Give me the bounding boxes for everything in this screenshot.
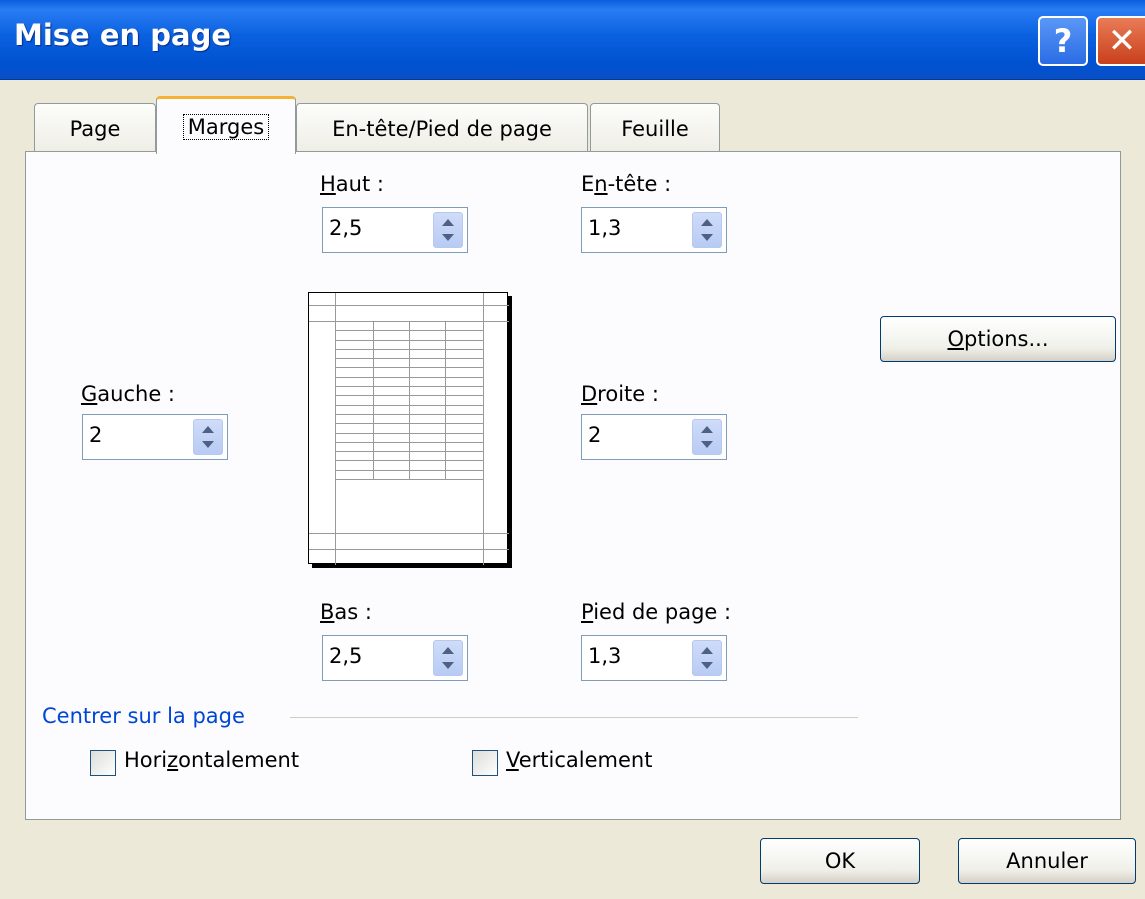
tab-entete-pied[interactable]: En-tête/Pied de page: [296, 103, 588, 153]
spin-up-icon[interactable]: [202, 426, 214, 433]
preview-grid-line: [335, 423, 483, 424]
close-button[interactable]: ✕: [1096, 16, 1145, 66]
spin-down-icon[interactable]: [442, 662, 454, 669]
right-margin-arrows[interactable]: [692, 419, 722, 455]
page-preview: [308, 292, 509, 565]
tab-feuille-label: Feuille: [621, 116, 689, 141]
vertical-checkbox[interactable]: [472, 750, 498, 776]
spin-up-icon[interactable]: [701, 647, 713, 654]
margins-panel: Haut : 2,5 En-tête : 1,3 Gauche : 2 Droi…: [25, 151, 1121, 820]
preview-grid-line: [335, 321, 483, 322]
preview-grid-line: [335, 414, 483, 415]
footer-margin-label: Pied de page :: [581, 600, 732, 624]
footer-margin-value[interactable]: 1,3: [588, 644, 621, 668]
top-margin-arrows[interactable]: [433, 212, 463, 248]
preview-grid-line: [335, 451, 483, 452]
bottom-margin-label: Bas :: [320, 600, 372, 624]
bottom-margin-value[interactable]: 2,5: [329, 644, 362, 668]
top-margin-spinner[interactable]: 2,5: [322, 207, 468, 253]
cancel-button[interactable]: Annuler: [958, 838, 1136, 884]
preview-grid: [335, 321, 484, 480]
bottom-margin-arrows[interactable]: [433, 640, 463, 676]
spin-down-icon[interactable]: [442, 234, 454, 241]
footer-margin-arrows[interactable]: [692, 640, 722, 676]
horizontal-checkbox[interactable]: [90, 750, 116, 776]
close-icon: ✕: [1107, 21, 1137, 61]
tab-page-label: Page: [69, 116, 121, 141]
help-button[interactable]: ?: [1038, 16, 1088, 66]
vertical-label[interactable]: Verticalement: [506, 748, 652, 772]
ok-label: OK: [824, 849, 856, 873]
options-mnemonic: O: [947, 327, 964, 351]
options-label: ptions...: [964, 327, 1049, 351]
right-margin-spinner[interactable]: 2: [581, 414, 727, 460]
help-icon: ?: [1053, 22, 1073, 60]
left-margin-spinner[interactable]: 2: [82, 414, 228, 460]
top-margin-value[interactable]: 2,5: [329, 216, 362, 240]
preview-grid-line: [335, 395, 483, 396]
left-margin-label: Gauche :: [81, 382, 175, 406]
window-title: Mise en page: [14, 18, 231, 52]
preview-grid-line: [335, 386, 483, 387]
spin-up-icon[interactable]: [701, 426, 713, 433]
preview-grid-line: [335, 479, 483, 480]
tab-marges-label: Marges: [182, 113, 270, 140]
right-margin-label: Droite :: [581, 382, 659, 406]
footer-margin-spinner[interactable]: 1,3: [581, 635, 727, 681]
preview-grid-line: [335, 460, 483, 461]
preview-grid-line: [335, 367, 483, 368]
preview-grid-line: [373, 321, 374, 479]
title-bar[interactable]: Mise en page ? ✕: [0, 0, 1145, 80]
cancel-label: Annuler: [1006, 849, 1088, 873]
tab-entete-pied-label: En-tête/Pied de page: [332, 116, 552, 141]
tab-feuille[interactable]: Feuille: [590, 103, 720, 153]
preview-grid-line: [335, 349, 483, 350]
left-margin-arrows[interactable]: [193, 419, 223, 455]
preview-grid-line: [335, 321, 336, 479]
header-margin-arrows[interactable]: [692, 212, 722, 248]
preview-grid-line: [445, 321, 446, 479]
top-margin-label: Haut :: [320, 172, 384, 196]
preview-grid-line: [335, 340, 483, 341]
tab-page[interactable]: Page: [34, 103, 156, 153]
spin-down-icon[interactable]: [701, 234, 713, 241]
spin-up-icon[interactable]: [442, 647, 454, 654]
ok-button[interactable]: OK: [760, 838, 920, 884]
spin-up-icon[interactable]: [442, 219, 454, 226]
spin-up-icon[interactable]: [701, 219, 713, 226]
center-group-title: Centrer sur la page: [42, 704, 253, 728]
options-button[interactable]: Options...: [880, 316, 1116, 362]
right-margin-value[interactable]: 2: [588, 423, 601, 447]
header-margin-label: En-tête :: [581, 172, 672, 196]
spin-down-icon[interactable]: [202, 441, 214, 448]
preview-grid-line: [335, 470, 483, 471]
spin-down-icon[interactable]: [701, 441, 713, 448]
spin-down-icon[interactable]: [701, 662, 713, 669]
horizontal-label[interactable]: Horizontalement: [124, 748, 299, 772]
preview-grid-line: [409, 321, 410, 479]
group-divider: [290, 717, 858, 718]
bottom-margin-spinner[interactable]: 2,5: [322, 635, 468, 681]
preview-grid-line: [335, 405, 483, 406]
preview-grid-line: [335, 377, 483, 378]
preview-grid-line: [483, 321, 484, 479]
tab-marges[interactable]: Marges: [156, 96, 296, 154]
header-margin-spinner[interactable]: 1,3: [581, 207, 727, 253]
preview-grid-line: [335, 433, 483, 434]
preview-grid-line: [335, 442, 483, 443]
header-margin-value[interactable]: 1,3: [588, 216, 621, 240]
left-margin-value[interactable]: 2: [89, 423, 102, 447]
preview-grid-line: [335, 358, 483, 359]
preview-grid-line: [335, 330, 483, 331]
